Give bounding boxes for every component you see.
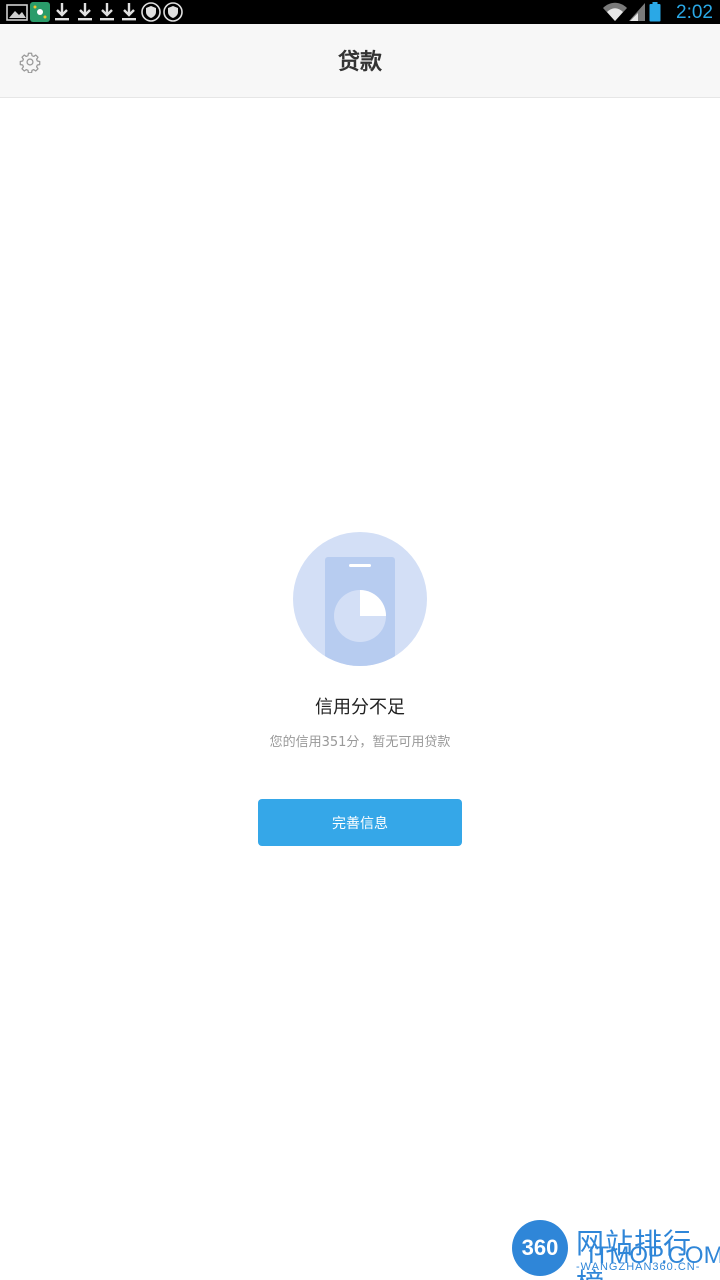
signal-icon bbox=[629, 3, 645, 21]
wifi-icon bbox=[603, 2, 627, 21]
page-title: 贷款 bbox=[337, 50, 382, 75]
watermark-sub: -WANGZHAN360.CN- bbox=[576, 1261, 701, 1273]
watermark-logo: 360 网站排行榜 ITMOP.COM -WANGZHAN360.CN- bbox=[508, 1216, 720, 1280]
empty-state-description: 您的信用351分，暂无可用贷款 bbox=[269, 735, 451, 750]
image-icon bbox=[6, 4, 28, 21]
credit-card-pie-icon bbox=[293, 532, 427, 666]
complete-info-button[interactable]: 完善信息 bbox=[258, 799, 462, 846]
app-header: 贷款 bbox=[0, 24, 720, 98]
download-icon bbox=[78, 3, 92, 21]
download-icon bbox=[100, 3, 114, 21]
status-bar: 2:02 bbox=[0, 0, 720, 24]
shield-icon bbox=[163, 2, 183, 22]
empty-state-title: 信用分不足 bbox=[315, 697, 405, 718]
screen: 2:02 贷款 信用分不足 您的信用351分，暂无可用贷款 完善信息 360 网… bbox=[0, 0, 720, 1280]
shield-icon bbox=[141, 2, 161, 22]
status-time: 2:02 bbox=[676, 2, 713, 23]
download-icon bbox=[122, 3, 136, 21]
battery-icon bbox=[649, 2, 661, 22]
download-icon bbox=[55, 3, 69, 21]
app-icon bbox=[30, 2, 50, 22]
watermark-badge: 360 bbox=[512, 1220, 568, 1276]
